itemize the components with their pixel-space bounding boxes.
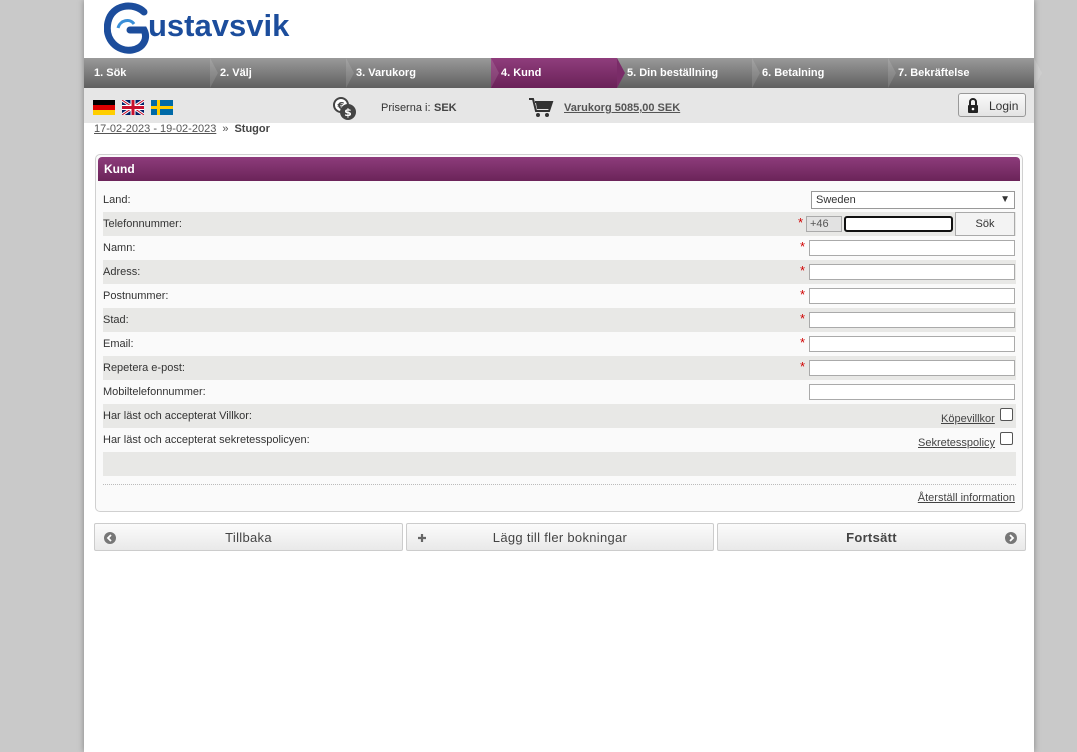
name-label: Namn: — [103, 242, 136, 254]
toolbar — [84, 88, 1034, 123]
postcode-label: Postnummer: — [103, 290, 169, 302]
step-search[interactable]: 1. Sök — [84, 58, 218, 88]
chevron-down-icon: ▼ — [1000, 194, 1010, 205]
phone-row: Telefonnummer: * +46 Sök — [103, 212, 1016, 236]
mobile-label: Mobiltelefonnummer: — [103, 386, 206, 398]
back-button[interactable]: Tillbaka — [94, 523, 403, 551]
phone-search-button[interactable]: Sök — [955, 212, 1015, 236]
login-label: Login — [989, 99, 1019, 113]
mobile-row: Mobiltelefonnummer: — [103, 380, 1016, 404]
price-currency-value: SEK — [434, 102, 457, 114]
step-order[interactable]: 5. Din beställning — [617, 58, 760, 88]
breadcrumb-separator: » — [222, 123, 229, 135]
phone-label: Telefonnummer: — [103, 218, 182, 230]
swedish-flag-icon[interactable] — [151, 100, 173, 115]
breadcrumb-current: Stugor — [234, 123, 270, 135]
postcode-row: Postnummer: * — [103, 284, 1016, 308]
step-customer[interactable]: 4. Kund — [491, 58, 625, 88]
name-row: Namn: * — [103, 236, 1016, 260]
logo-text: ustavsvik — [148, 8, 290, 43]
step-cart[interactable]: 3. Varukorg — [346, 58, 499, 88]
name-input[interactable] — [809, 240, 1015, 256]
country-select-value: Sweden — [816, 194, 856, 206]
german-flag-icon[interactable] — [93, 100, 115, 115]
address-label: Adress: — [103, 266, 141, 278]
panel-title: Kund — [98, 157, 1020, 181]
mobile-input[interactable] — [809, 384, 1015, 400]
cart-link[interactable]: Varukorg 5085,00 SEK — [564, 102, 680, 114]
arrow-right-icon — [1005, 532, 1017, 544]
email-repeat-label: Repetera e-post: — [103, 362, 185, 374]
add-more-bookings-button[interactable]: Lägg till fler bokningar — [406, 523, 714, 551]
gustavsvik-logo[interactable]: ustavsvik — [104, 0, 304, 56]
continue-button[interactable]: Fortsätt — [717, 523, 1026, 551]
email-repeat-row: Repetera e-post: * — [103, 356, 1016, 380]
required-mark: * — [800, 335, 806, 350]
booking-steps: 1. Sök 2. Välj 3. Varukorg 4. Kund 5. Di… — [84, 58, 1042, 88]
address-input[interactable] — [809, 264, 1015, 280]
logo-swirl-icon — [104, 2, 149, 54]
required-mark: * — [800, 359, 806, 374]
reset-information-link[interactable]: Återställ information — [918, 492, 1015, 504]
svg-text:$: $ — [344, 106, 352, 119]
city-label: Stad: — [103, 314, 129, 326]
breadcrumb-date-range[interactable]: 17-02-2023 - 19-02-2023 — [94, 123, 216, 135]
step-confirmation[interactable]: 7. Bekräftelse — [888, 58, 1042, 88]
country-row: Land: Sweden ▼ — [103, 188, 1016, 212]
breadcrumb: 17-02-2023 - 19-02-2023 » Stugor — [94, 123, 270, 135]
required-mark: * — [798, 215, 804, 230]
lock-icon — [968, 98, 978, 113]
email-row: Email: * — [103, 332, 1016, 356]
required-mark: * — [800, 239, 806, 254]
uk-flag-icon[interactable] — [122, 100, 144, 115]
terms-checkbox[interactable] — [1000, 408, 1013, 421]
privacy-label: Har läst och accepterat sekretesspolicye… — [103, 434, 310, 446]
shopping-cart-icon[interactable] — [528, 97, 554, 119]
step-choose[interactable]: 2. Välj — [210, 58, 354, 88]
back-label: Tillbaka — [225, 530, 272, 545]
privacy-checkbox[interactable] — [1000, 432, 1013, 445]
currency-exchange-icon[interactable]: € $ — [332, 96, 358, 122]
required-mark: * — [800, 263, 806, 278]
add-more-label: Lägg till fler bokningar — [492, 530, 628, 545]
empty-row — [103, 452, 1016, 476]
required-mark: * — [800, 311, 806, 326]
postcode-input[interactable] — [809, 288, 1015, 304]
required-mark: * — [800, 287, 806, 302]
email-label: Email: — [103, 338, 134, 350]
phone-input[interactable] — [844, 216, 953, 232]
email-input[interactable] — [809, 336, 1015, 352]
continue-label: Fortsätt — [846, 530, 897, 545]
country-label: Land: — [103, 194, 131, 206]
divider — [103, 484, 1016, 485]
login-button[interactable]: Login — [958, 93, 1026, 117]
step-payment[interactable]: 6. Betalning — [752, 58, 896, 88]
email-repeat-input[interactable] — [809, 360, 1015, 376]
terms-label: Har läst och accepterat Villkor: — [103, 410, 252, 422]
privacy-row: Har läst och accepterat sekretesspolicye… — [103, 428, 1016, 452]
privacy-link[interactable]: Sekretesspolicy — [918, 437, 995, 449]
city-input[interactable] — [809, 312, 1015, 328]
page: ustavsvik 1. Sök 2. Välj 3. Varukorg 4. … — [84, 0, 1042, 752]
country-select[interactable]: Sweden ▼ — [811, 191, 1015, 209]
customer-form-panel: Kund Land: Sweden ▼ Telefonnummer: * +46… — [95, 154, 1023, 512]
address-row: Adress: * — [103, 260, 1016, 284]
terms-row: Har läst och accepterat Villkor: Köpevil… — [103, 404, 1016, 428]
city-row: Stad: * — [103, 308, 1016, 332]
terms-link[interactable]: Köpevillkor — [941, 413, 995, 425]
price-currency-label: Priserna i: — [381, 102, 431, 114]
phone-prefix: +46 — [806, 216, 842, 232]
